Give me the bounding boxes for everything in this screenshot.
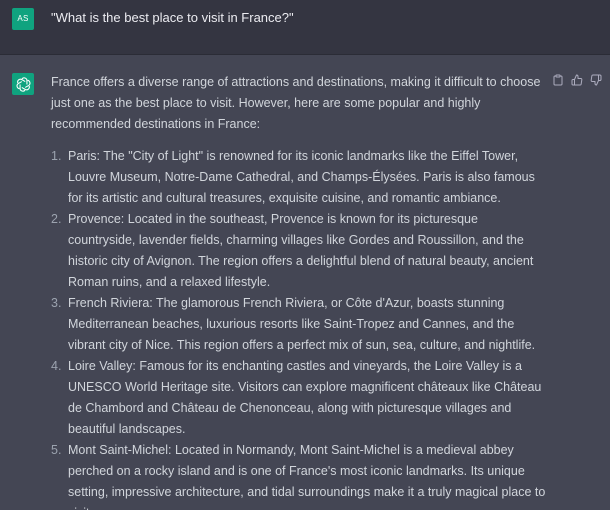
list-item: 3. French Riviera: The glamorous French … (51, 293, 546, 356)
list-item: 4. Loire Valley: Famous for its enchanti… (51, 356, 546, 440)
list-item-number: 5. (51, 443, 62, 457)
list-item-text: Provence: Located in the southeast, Prov… (68, 212, 534, 289)
list-item-number: 3. (51, 296, 62, 310)
assistant-response: France offers a diverse range of attract… (51, 72, 546, 510)
openai-logo-icon (16, 76, 30, 92)
copy-icon[interactable] (552, 74, 564, 86)
user-message-text: "What is the best place to visit in Fran… (51, 10, 294, 25)
response-intro: France offers a diverse range of attract… (51, 75, 541, 131)
list-item-text: Paris: The "City of Light" is renowned f… (68, 149, 535, 205)
destination-list: 1. Paris: The "City of Light" is renowne… (51, 146, 546, 510)
list-item-text: Loire Valley: Famous for its enchanting … (68, 359, 542, 436)
thumbs-up-icon[interactable] (571, 74, 583, 86)
chat-page: AS "What is the best place to visit in F… (0, 0, 610, 510)
list-item: 1. Paris: The "City of Light" is renowne… (51, 146, 546, 209)
user-avatar: AS (12, 8, 34, 30)
thumbs-down-icon[interactable] (590, 74, 602, 86)
user-message-row: AS "What is the best place to visit in F… (0, 0, 610, 55)
list-item-number: 4. (51, 359, 62, 373)
list-item: 5. Mont Saint-Michel: Located in Normand… (51, 440, 546, 510)
list-item-number: 2. (51, 212, 62, 226)
list-item: 2. Provence: Located in the southeast, P… (51, 209, 546, 293)
message-actions (552, 74, 602, 86)
list-item-text: French Riviera: The glamorous French Riv… (68, 296, 536, 352)
assistant-avatar (12, 73, 34, 95)
assistant-message-row: France offers a diverse range of attract… (0, 55, 610, 510)
list-item-number: 1. (51, 149, 62, 163)
list-item-text: Mont Saint-Michel: Located in Normandy, … (68, 443, 546, 510)
